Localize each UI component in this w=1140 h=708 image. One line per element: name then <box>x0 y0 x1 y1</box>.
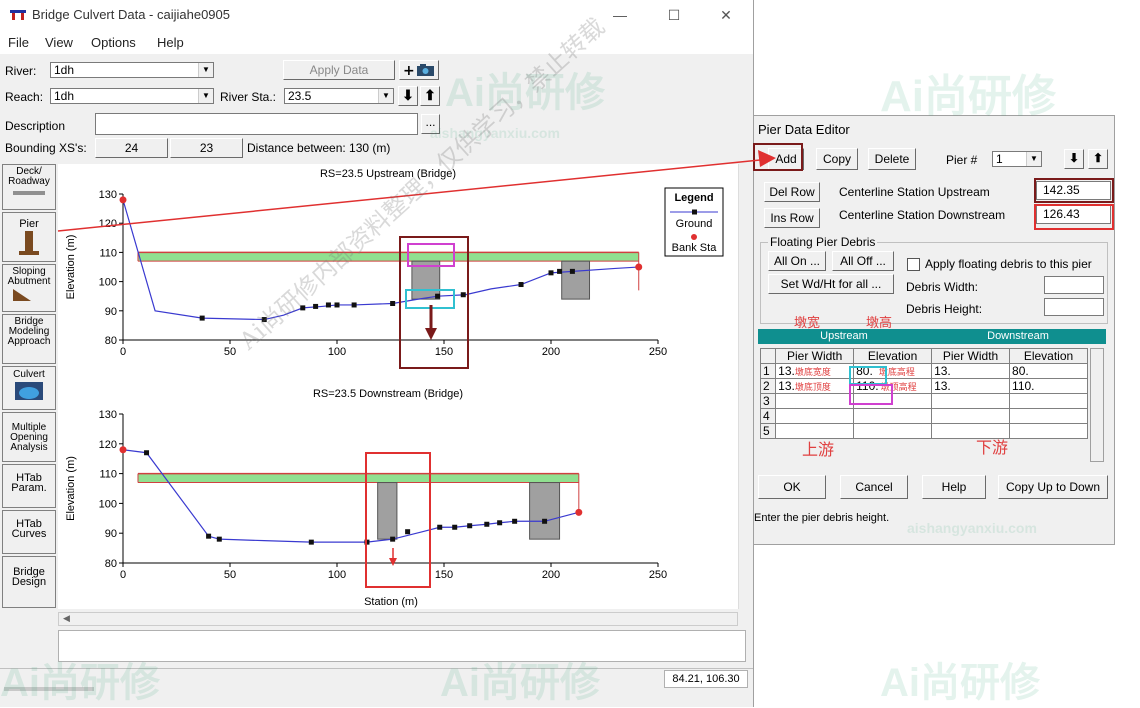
arrow-down-icon <box>389 558 397 566</box>
watermark-brand: Ai尚研修 <box>880 72 1056 121</box>
arrow-head-icon <box>758 150 776 167</box>
watermark-site: aishangyanxiu.com <box>907 520 1037 536</box>
watermark-brand: Ai尚研修 <box>440 661 600 705</box>
watermark-brand: Ai尚研修 <box>0 661 160 705</box>
watermark-brand: Ai尚研修 <box>880 661 1040 705</box>
arrow-down-icon <box>425 328 437 340</box>
